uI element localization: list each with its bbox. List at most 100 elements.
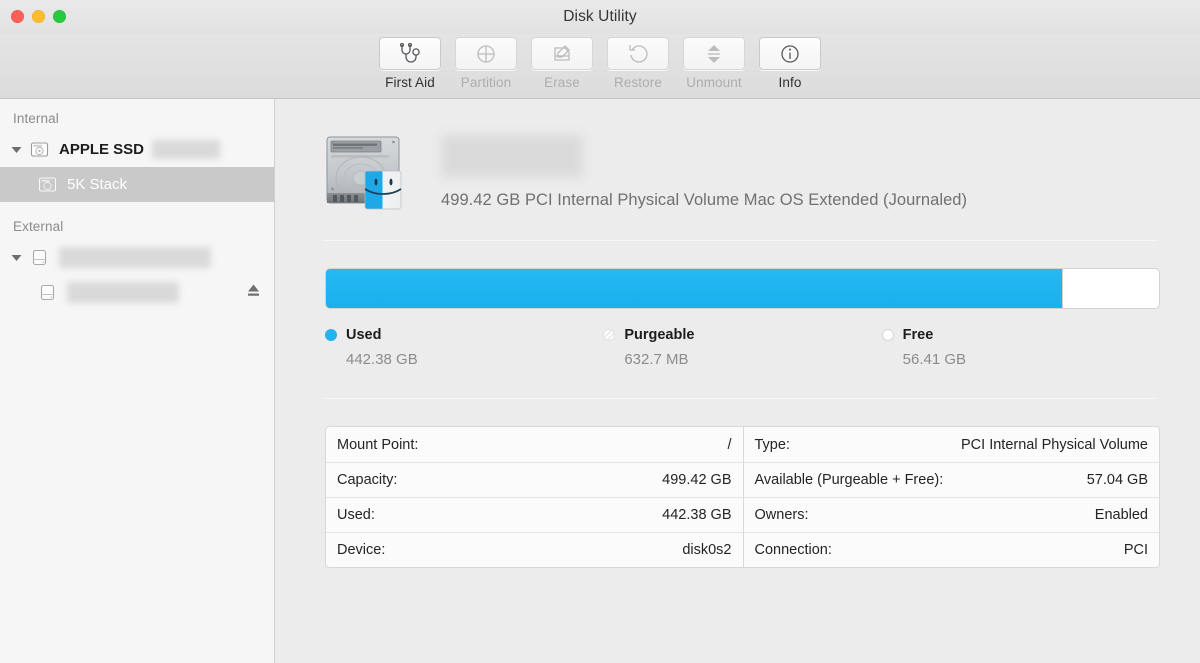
disk-utility-window: Disk Utility First Aid Partition Erase R…: [0, 0, 1200, 663]
window-body: Internal APPLE SSD 5K Stack External 499…: [0, 99, 1200, 663]
capacity-bar-used-segment: [326, 269, 1064, 308]
divider-top: [323, 240, 1156, 241]
toolbar-button-info[interactable]: Info: [752, 37, 828, 90]
table-row: Capacity: 499.42 GB: [326, 462, 743, 497]
main-panel: 499.42 GB PCI Internal Physical Volume M…: [275, 99, 1200, 663]
eject-icon[interactable]: [246, 282, 261, 303]
restore-button-box: [607, 37, 669, 70]
details-column-left: Mount Point: / Capacity: 499.42 GB Used:…: [326, 427, 743, 567]
stethoscope-icon: [399, 42, 420, 63]
detail-key: Owners:: [754, 507, 809, 523]
details-table: Mount Point: / Capacity: 499.42 GB Used:…: [325, 426, 1160, 568]
redacted-volume-name: [441, 135, 583, 177]
table-row: Device: disk0s2: [326, 532, 743, 567]
detail-value: disk0s2: [682, 542, 732, 558]
detail-value: PCI Internal Physical Volume: [961, 436, 1148, 453]
hard-drive-finder-icon: [321, 131, 413, 216]
sidebar-item-external-disk[interactable]: [0, 240, 274, 275]
legend-item-free: Free 56.41 GB: [881, 327, 1160, 368]
unmount-button-box: [683, 37, 745, 70]
minimize-button[interactable]: [32, 10, 45, 23]
legend-label-used: Used: [346, 327, 382, 343]
legend-label-purgeable: Purgeable: [624, 327, 695, 343]
detail-key: Type:: [754, 436, 790, 453]
eject-icon: [708, 44, 720, 63]
table-row: Type: PCI Internal Physical Volume: [744, 427, 1160, 462]
detail-value: 57.04 GB: [1086, 472, 1148, 488]
erase-pencil-icon: [554, 44, 570, 61]
volume-header: 499.42 GB PCI Internal Physical Volume M…: [319, 121, 1164, 216]
detail-key: Device:: [337, 542, 386, 558]
detail-key: Connection:: [754, 542, 832, 558]
sidebar-item-apple-ssd[interactable]: APPLE SSD: [0, 132, 274, 167]
legend-swatch-free-icon: [881, 329, 894, 341]
toolbar-label-unmount: Unmount: [686, 75, 742, 90]
traffic-lights: [11, 10, 66, 23]
legend-value-purgeable: 632.7 MB: [624, 351, 689, 368]
detail-value: 499.42 GB: [662, 472, 732, 488]
table-row: Connection: PCI: [743, 532, 1159, 567]
detail-value: Enabled: [1094, 507, 1148, 523]
table-row: Mount Point: /: [326, 427, 743, 462]
sidebar-item-label-5k-stack: 5K Stack: [67, 176, 128, 193]
external-disk-icon: [26, 247, 52, 268]
info-circle-icon: [781, 44, 799, 63]
legend-swatch-used-icon: [325, 329, 337, 341]
detail-key: Mount Point:: [337, 436, 419, 453]
volume-icon: [34, 174, 60, 195]
table-row: Used: 442.38 GB: [326, 497, 743, 532]
detail-key: Available (Purgeable + Free):: [754, 472, 944, 488]
toolbar-label-partition: Partition: [460, 75, 512, 90]
toolbar-button-erase[interactable]: Erase: [524, 37, 600, 90]
sidebar-group-internal-title: Internal: [13, 111, 59, 126]
sidebar-item-external-volume[interactable]: [0, 275, 274, 310]
divider-bottom: [323, 398, 1156, 399]
capacity-legend: Used 442.38 GB Purgeable 632.7 MB Free 5…: [325, 327, 1160, 368]
table-row: Available (Purgeable + Free): 57.04 GB: [743, 462, 1159, 497]
erase-button-box: [531, 37, 593, 70]
legend-swatch-purgeable-icon: [603, 329, 616, 341]
volume-subtitle: 499.42 GB PCI Internal Physical Volume M…: [441, 191, 968, 209]
detail-value: /: [727, 436, 732, 453]
title-bar: Disk Utility: [0, 0, 1200, 34]
capacity-bar: [325, 268, 1160, 309]
details-column-right: Type: PCI Internal Physical Volume Avail…: [742, 427, 1160, 567]
partition-button-box: [455, 37, 517, 70]
toolbar-button-first-aid[interactable]: First Aid: [372, 37, 448, 90]
toolbar-label-info: Info: [778, 75, 802, 90]
disclosure-triangle-icon[interactable]: [6, 146, 26, 154]
detail-key: Used:: [337, 507, 375, 523]
toolbar: First Aid Partition Erase Restore Unmoun…: [0, 34, 1200, 99]
legend-item-purgeable: Purgeable 632.7 MB: [603, 327, 881, 368]
legend-item-used: Used 442.38 GB: [325, 327, 603, 368]
redacted-external-volume-name: [67, 282, 179, 303]
sidebar-item-label-apple-ssd: APPLE SSD: [59, 141, 145, 158]
undo-arrow-icon: [629, 44, 648, 63]
internal-disk-icon: [26, 139, 52, 160]
zoom-button[interactable]: [53, 10, 66, 23]
close-button[interactable]: [11, 10, 24, 23]
first-aid-button-box: [379, 37, 441, 70]
redacted-model-suffix: [152, 140, 221, 159]
sidebar-group-external-title: External: [13, 219, 64, 234]
toolbar-label-restore: Restore: [614, 75, 662, 90]
legend-label-free: Free: [902, 327, 934, 343]
toolbar-label-first-aid: First Aid: [385, 75, 435, 90]
toolbar-label-erase: Erase: [544, 75, 580, 90]
detail-key: Capacity:: [337, 472, 398, 488]
legend-value-used: 442.38 GB: [346, 351, 418, 368]
detail-value: 442.38 GB: [662, 507, 732, 523]
toolbar-button-partition[interactable]: Partition: [448, 37, 524, 90]
toolbar-button-unmount[interactable]: Unmount: [676, 37, 752, 90]
window-title: Disk Utility: [563, 8, 637, 25]
toolbar-button-restore[interactable]: Restore: [600, 37, 676, 90]
sidebar: Internal APPLE SSD 5K Stack External: [0, 99, 275, 663]
detail-value: PCI: [1123, 542, 1148, 558]
volume-text: 499.42 GB PCI Internal Physical Volume M…: [413, 131, 967, 210]
table-row: Owners: Enabled: [743, 497, 1159, 532]
sidebar-item-5k-stack[interactable]: 5K Stack: [0, 167, 274, 202]
disclosure-triangle-icon[interactable]: [6, 254, 26, 262]
external-disk-icon: [34, 282, 60, 303]
capacity-bar-wrapper: [325, 268, 1160, 309]
redacted-external-disk-name: [59, 247, 211, 268]
